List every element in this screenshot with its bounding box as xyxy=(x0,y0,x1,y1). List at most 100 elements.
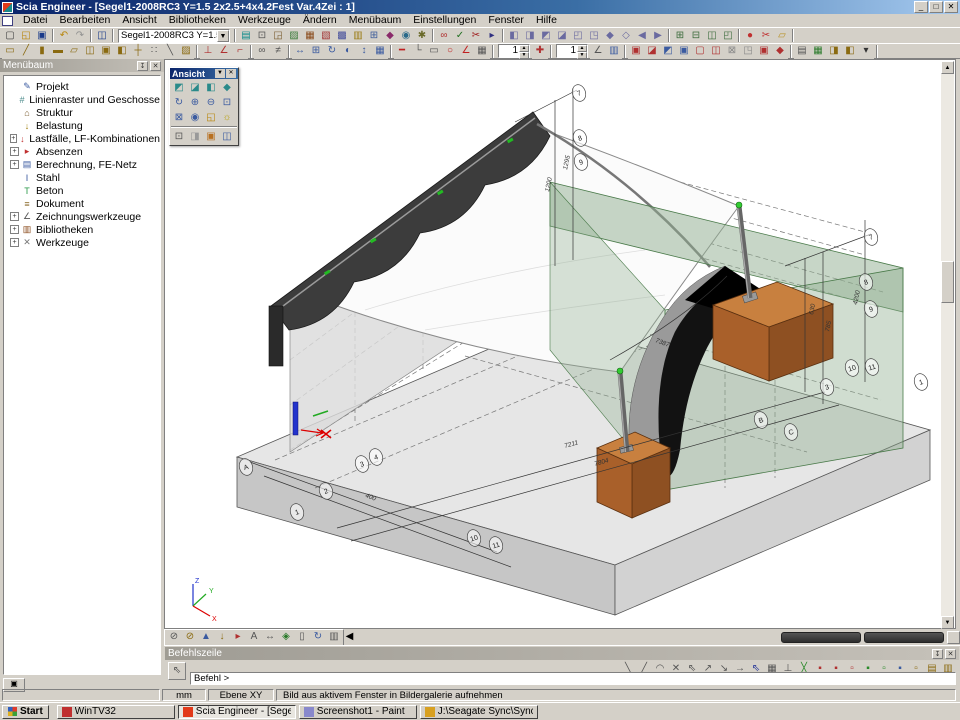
named-views-icon[interactable]: ◫ xyxy=(219,129,235,144)
menu-bearbeiten[interactable]: Bearbeiten xyxy=(54,14,117,27)
pin-icon[interactable]: ↧ xyxy=(137,61,148,71)
mirror-icon[interactable]: ◐ xyxy=(340,44,356,59)
gallery-icon[interactable]: ▦ xyxy=(302,28,318,43)
coord-input-icon[interactable]: ▥ xyxy=(606,44,622,59)
spinner-up-icon[interactable]: ▲ xyxy=(519,45,529,52)
more-icons-arrow[interactable]: ◀ xyxy=(344,630,355,645)
new-gallery-picture-icon[interactable]: ▱ xyxy=(774,28,790,43)
view-front-icon[interactable]: ◪ xyxy=(187,80,203,95)
sidebar-item-berechnung-fe-netz[interactable]: +▤Berechnung, FE-Netz xyxy=(4,158,160,171)
mdi-child-icon[interactable] xyxy=(2,16,13,26)
view-persp-icon[interactable]: ◇ xyxy=(618,28,634,43)
status-units[interactable]: mm xyxy=(162,689,206,701)
activity-selection-icon[interactable]: ▢ xyxy=(692,44,708,59)
ucs-icon[interactable]: ∠ xyxy=(590,44,606,59)
task-j-seagate-sync-syncre[interactable]: J:\Seagate Sync\SyncRe... xyxy=(420,705,538,719)
disconnect-members-icon[interactable]: ≠ xyxy=(270,44,286,59)
task-scia-engineer-segel[interactable]: Scia Engineer - [Segel... xyxy=(178,705,296,719)
pull-bar-2[interactable] xyxy=(864,632,944,643)
layers-icon[interactable]: ▩ xyxy=(334,28,350,43)
visibility-icon[interactable]: ◆ xyxy=(772,44,788,59)
check-structure-icon[interactable]: ✓ xyxy=(452,28,468,43)
results-icon[interactable]: ◉ xyxy=(398,28,414,43)
project-combo[interactable]: Segel1-2008RC3 Y=1.5 2x▼ xyxy=(118,29,230,43)
window-cascade-icon[interactable]: ⊞ xyxy=(672,28,688,43)
window-tile-icon[interactable]: ⊟ xyxy=(688,28,704,43)
maximize-button[interactable]: □ xyxy=(929,1,943,13)
printer-icon[interactable]: ⊡ xyxy=(254,28,270,43)
view-bottom-icon[interactable]: ◳ xyxy=(586,28,602,43)
pin-icon[interactable]: ↧ xyxy=(932,649,943,659)
picture-icon[interactable]: ▧ xyxy=(318,28,334,43)
view-top-icon[interactable]: ◩ xyxy=(171,80,187,95)
window-arrange-icon[interactable]: ◰ xyxy=(720,28,736,43)
show-text-icon[interactable]: A xyxy=(246,630,262,645)
activity-current-icon[interactable]: ◪ xyxy=(644,44,660,59)
activity-window-icon[interactable]: ◫ xyxy=(708,44,724,59)
pull-bar-1[interactable] xyxy=(781,632,861,643)
sidebar-item-beton[interactable]: TBeton xyxy=(4,184,160,197)
zoom-selection-icon[interactable]: ◉ xyxy=(187,110,203,125)
sidebar-item-absenzen[interactable]: +▸Absenzen xyxy=(4,145,160,158)
document-icon[interactable]: ▨ xyxy=(286,28,302,43)
commandline-header[interactable]: Befehlszeile ↧ ✕ xyxy=(165,647,959,660)
render-wire-icon[interactable]: ⊘ xyxy=(166,630,182,645)
cut-view-icon[interactable]: ✂ xyxy=(758,28,774,43)
spinner-down-icon[interactable]: ▼ xyxy=(577,52,587,59)
title-bar[interactable]: Scia Engineer - [Segel1-2008RC3 Y=1.5 2x… xyxy=(0,0,960,14)
column-icon[interactable]: ▮ xyxy=(34,44,50,59)
show-labels-icon[interactable]: ▸ xyxy=(230,630,246,645)
scrollbar-thumb[interactable] xyxy=(941,261,954,303)
scroll-down-icon[interactable]: ▼ xyxy=(941,616,954,629)
show-supports-icon[interactable]: ▲ xyxy=(198,630,214,645)
scale-icon[interactable]: ↕ xyxy=(356,44,372,59)
view-front-icon[interactable]: ◧ xyxy=(506,28,522,43)
zoom-in-icon[interactable]: ⊕ xyxy=(187,95,203,110)
print-preview-icon[interactable]: ◲ xyxy=(270,28,286,43)
view-axo-icon[interactable]: ◆ xyxy=(602,28,618,43)
raster-icon[interactable]: ▦ xyxy=(474,44,490,59)
sidebar-item-belastung[interactable]: ↓Belastung xyxy=(4,119,160,132)
view-back-icon[interactable]: ◨ xyxy=(522,28,538,43)
expand-icon[interactable]: + xyxy=(10,147,19,156)
menu-hilfe[interactable]: Hilfe xyxy=(530,14,563,27)
status-plane[interactable]: Ebene XY xyxy=(208,689,274,701)
live-picture-icon[interactable]: ▦ xyxy=(810,44,826,59)
clipping-box-icon[interactable]: ⊠ xyxy=(724,44,740,59)
table-icon[interactable]: ▥ xyxy=(350,28,366,43)
zoom-all-icon[interactable]: ⊠ xyxy=(171,110,187,125)
hinge-icon[interactable]: ∠ xyxy=(216,44,232,59)
view-right-icon[interactable]: ◪ xyxy=(554,28,570,43)
connect-members-icon[interactable]: ∞ xyxy=(254,44,270,59)
rotate-icon[interactable]: ↻ xyxy=(324,44,340,59)
fast-adjust-icon[interactable]: ◈ xyxy=(278,630,294,645)
preview-print-icon[interactable]: ◨ xyxy=(826,44,842,59)
solver-icon[interactable]: ◆ xyxy=(382,28,398,43)
activity-off-icon[interactable]: ▣ xyxy=(756,44,772,59)
spinner-down-icon[interactable]: ▼ xyxy=(519,52,529,59)
rib-icon[interactable]: ┼ xyxy=(130,44,146,59)
task-wintv32[interactable]: WinTV32 xyxy=(57,705,175,719)
menu-einstellungen[interactable]: Einstellungen xyxy=(407,14,482,27)
multicopy-icon[interactable]: ▦ xyxy=(372,44,388,59)
line-icon[interactable]: ━ xyxy=(394,44,410,59)
activity-workplane-icon[interactable]: ◳ xyxy=(740,44,756,59)
show-loads-icon[interactable]: ↓ xyxy=(214,630,230,645)
link-icon[interactable]: ∞ xyxy=(436,28,452,43)
sidebar-header[interactable]: Menübaum ↧ ✕ xyxy=(0,59,164,72)
plate-icon[interactable]: ▱ xyxy=(66,44,82,59)
image-to-gallery-icon[interactable]: ▤ xyxy=(794,44,810,59)
vertical-scrollbar[interactable]: ▲ ▼ xyxy=(941,61,954,629)
print-view-icon[interactable]: ⊡ xyxy=(171,129,187,144)
chevron-down-icon[interactable]: ▼ xyxy=(215,69,225,78)
window-tile-v-icon[interactable]: ◫ xyxy=(704,28,720,43)
surface-icon[interactable]: ▨ xyxy=(178,44,194,59)
close-icon[interactable]: ✕ xyxy=(945,649,956,659)
calculation-icon[interactable]: ✱ xyxy=(414,28,430,43)
cursor-mode-button[interactable]: ⇖ xyxy=(168,662,186,680)
sidebar-item-lastf-lle-lf-kombinationen[interactable]: +↓Lastfälle, LF-Kombinationen xyxy=(4,132,160,145)
more-commands-icon[interactable]: ▾ xyxy=(858,44,874,59)
shrink-members-icon[interactable]: ▯ xyxy=(294,630,310,645)
activity-by-layer-icon[interactable]: ▣ xyxy=(628,44,644,59)
expand-icon[interactable]: + xyxy=(10,225,19,234)
